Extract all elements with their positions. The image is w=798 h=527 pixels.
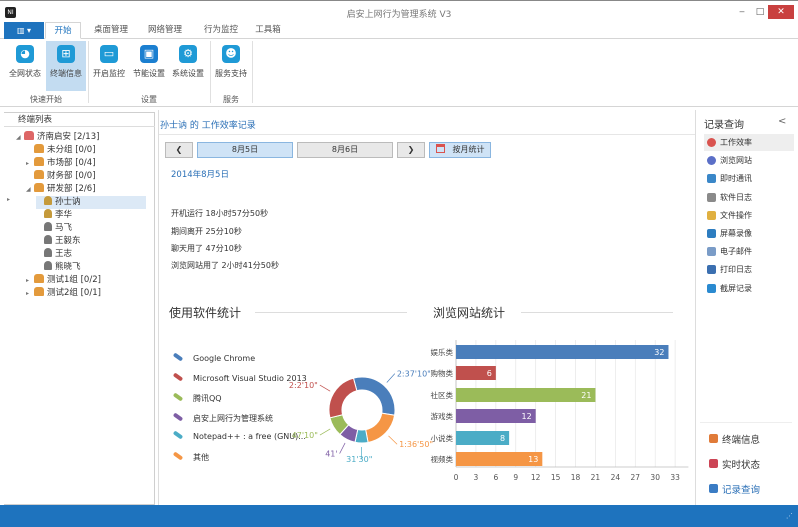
pie-slice — [328, 377, 358, 419]
y-category-label: 娱乐类 — [431, 347, 454, 357]
x-tick-label: 0 — [454, 473, 459, 482]
pie-value-label: 31'30" — [346, 455, 372, 464]
record-item[interactable]: 电子邮件 — [704, 243, 794, 260]
x-tick-label: 15 — [551, 473, 561, 482]
pie-value-label: 2:37'10" — [397, 370, 431, 379]
record-item-icon — [707, 192, 716, 202]
record-item-icon — [707, 229, 716, 238]
pie-leader-line — [319, 384, 331, 392]
record-item-label: 截屏记录 — [720, 283, 752, 293]
record-item-icon — [707, 174, 716, 184]
clock-icon — [709, 459, 718, 468]
y-category-label: 小说类 — [431, 433, 454, 443]
record-item-label: 文件操作 — [720, 210, 752, 220]
record-item-icon — [707, 265, 716, 275]
record-item[interactable]: 打印日志 — [704, 261, 794, 278]
record-item[interactable]: 文件操作 — [704, 207, 794, 224]
record-item[interactable]: 工作效率 — [704, 134, 794, 151]
record-item-label: 浏览网站 — [720, 156, 752, 166]
record-item-label: 打印日志 — [720, 265, 752, 275]
record-item-label: 电子邮件 — [720, 247, 752, 257]
pie-slice — [365, 412, 396, 444]
x-tick-label: 3 — [474, 473, 479, 482]
record-item-icon — [707, 283, 716, 293]
y-category-label: 购物类 — [431, 368, 454, 378]
x-tick-label: 12 — [531, 473, 541, 482]
record-item-icon — [707, 156, 716, 166]
record-item-icon — [707, 138, 716, 147]
record-item[interactable]: 即时通讯 — [704, 170, 794, 187]
bottom-nav-label: 终端信息 — [722, 435, 761, 446]
bar — [456, 345, 669, 359]
y-category-label: 游戏类 — [431, 411, 454, 421]
x-tick-label: 6 — [493, 473, 498, 482]
charts-layer: 2:37'10" 1:36'50" 31'30" 41' 47'10" 2:2'10" 0 3… — [289, 340, 689, 482]
record-query-title: 记录查询 — [704, 120, 744, 131]
record-item-label: 工作效率 — [720, 138, 752, 147]
bar-value-label: 12 — [521, 412, 531, 421]
pie-leader-line — [339, 442, 346, 454]
y-category-label: 社区类 — [431, 390, 454, 400]
record-item-icon — [707, 247, 716, 257]
record-query-panel: 记录查询 < 工作效率浏览网站即时通讯软件日志文件操作屏幕录像电子邮件打印日志截… — [700, 110, 798, 505]
pie-value-label: 1:36'50" — [399, 440, 433, 449]
record-item-label: 软件日志 — [720, 192, 752, 202]
divider — [700, 422, 792, 423]
windows-icon — [709, 434, 718, 443]
x-tick-label: 27 — [631, 473, 641, 482]
bottom-nav-2[interactable]: 记录查询 — [706, 482, 760, 496]
collapse-button[interactable]: < — [778, 116, 786, 127]
record-item[interactable]: 屏幕录像 — [704, 225, 794, 242]
x-tick-label: 24 — [611, 473, 621, 482]
bar-value-label: 21 — [581, 391, 591, 400]
bar-value-label: 13 — [528, 455, 538, 464]
pie-value-label: 2:2'10" — [289, 381, 318, 390]
bar-value-label: 8 — [500, 434, 505, 443]
record-item-label: 即时通讯 — [720, 174, 752, 184]
pie-value-label: 47'10" — [292, 431, 318, 440]
x-tick-label: 30 — [650, 473, 660, 482]
x-tick-label: 18 — [571, 473, 581, 482]
bar — [456, 388, 596, 402]
record-item[interactable]: 浏览网站 — [704, 152, 794, 169]
bottom-nav-1[interactable]: 实时状态 — [706, 457, 760, 471]
x-tick-label: 21 — [591, 473, 601, 482]
bottom-nav-label: 实时状态 — [722, 460, 761, 471]
pie-value-label: 41' — [325, 450, 337, 459]
x-tick-label: 9 — [513, 473, 518, 482]
bottom-nav-label: 记录查询 — [722, 485, 761, 496]
y-category-label: 视频类 — [431, 454, 454, 464]
pie-leader-line — [386, 373, 396, 383]
record-item-icon — [707, 210, 716, 220]
x-tick-label: 33 — [670, 473, 680, 482]
bottom-nav-0[interactable]: 终端信息 — [706, 432, 760, 446]
record-item[interactable]: 截屏记录 — [704, 280, 794, 297]
bar-value-label: 32 — [654, 348, 664, 357]
bar-value-label: 6 — [487, 369, 492, 378]
record-item-label: 屏幕录像 — [720, 229, 752, 238]
pie-leader-line — [388, 435, 398, 445]
pie-leader-line — [319, 428, 331, 436]
resize-grip-icon[interactable]: ⋰ — [786, 512, 793, 520]
record-item[interactable]: 软件日志 — [704, 189, 794, 206]
pie-slice — [352, 376, 396, 416]
status-bar: ⋰ — [0, 505, 798, 527]
search-icon — [709, 484, 718, 493]
